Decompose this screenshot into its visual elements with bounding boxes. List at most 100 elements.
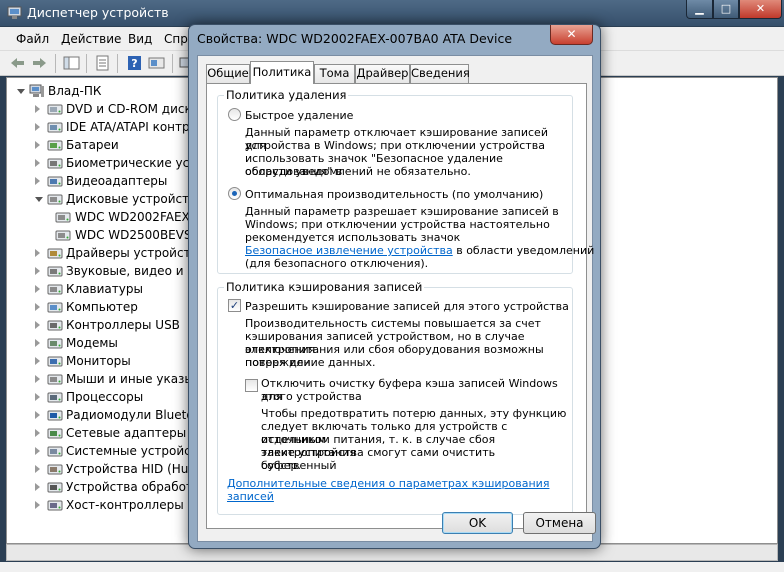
dialog-body: Общие Политика Тома Драйвер Сведения Пол… (197, 55, 596, 542)
collapse-arrow-icon[interactable] (35, 197, 43, 202)
expand-arrow-icon[interactable] (35, 123, 40, 131)
computer-icon (47, 302, 63, 313)
tree-item-label: Батареи (66, 138, 119, 152)
expand-arrow-icon[interactable] (35, 393, 40, 401)
expand-arrow-icon[interactable] (35, 483, 40, 491)
hid-icon (47, 464, 63, 475)
tab-driver[interactable]: Драйвер (355, 64, 410, 83)
enable-write-cache-checkbox[interactable]: ✓ (228, 299, 241, 312)
tree-item-label: Модемы (66, 336, 118, 350)
speaker-icon (47, 266, 63, 277)
optimal-description-last: (для безопасного отключения). (245, 257, 429, 270)
link-suffix-text: в области уведомлений (452, 244, 595, 257)
collapse-arrow-icon[interactable] (17, 89, 25, 94)
back-icon[interactable] (9, 55, 26, 71)
menu-action[interactable]: Действие (61, 32, 121, 46)
processor-icon (47, 392, 63, 403)
disable-flush-description-1: Чтобы предотвратить потерю данных, эту ф… (261, 407, 567, 420)
disable-buffer-flush-checkbox[interactable] (245, 379, 258, 392)
tree-item-label: Контроллеры USB (66, 318, 180, 332)
optimal-performance-label[interactable]: Оптимальная производительность (по умолч… (245, 188, 543, 201)
expand-arrow-icon[interactable] (35, 285, 40, 293)
properties-dialog: Свойства: WDC WD2002FAEX-007BA0 ATA Devi… (188, 24, 601, 549)
expand-arrow-icon[interactable] (35, 159, 40, 167)
menu-view[interactable]: Вид (128, 32, 152, 46)
tree-item-label: WDC WD2500BEVS (75, 228, 192, 242)
quick-removal-description-4: области уведомлений не обязательно. (245, 165, 471, 178)
removal-policy-group: Политика удаления Быстрое удаление Данны… (217, 88, 594, 274)
svg-text:?: ? (131, 57, 137, 70)
expand-arrow-icon[interactable] (35, 465, 40, 473)
tree-item-label: Биометрические устр (66, 156, 204, 170)
disk-drive-icon (47, 194, 63, 205)
bluetooth-icon (47, 410, 63, 421)
enable-write-cache-label[interactable]: Разрешить кэширование записей для этого … (245, 300, 569, 313)
optimal-performance-radio[interactable] (228, 187, 241, 200)
tab-volumes[interactable]: Тома (314, 64, 355, 83)
ide-controller-icon (47, 122, 63, 133)
properties-icon[interactable] (94, 55, 111, 71)
maximize-button[interactable]: □ (713, 0, 739, 19)
cache-settings-info-link[interactable]: Дополнительные сведения о параметрах кэш… (227, 477, 572, 503)
tab-policy[interactable]: Политика (250, 61, 314, 84)
expand-arrow-icon[interactable] (35, 303, 40, 311)
disk-drive-icon (55, 212, 71, 223)
tab-details[interactable]: Сведения (410, 64, 470, 83)
forward-icon[interactable] (31, 55, 48, 71)
network-adapter-icon (47, 428, 63, 439)
enable-write-cache-description-1: Производительность системы повышается за… (245, 317, 541, 330)
dialog-close-button[interactable]: ✕ (550, 25, 593, 45)
tree-item-label: Радиомодули Bluetoo (66, 408, 202, 422)
device-manager-icon (7, 6, 22, 19)
help-icon[interactable]: ? (126, 55, 143, 71)
tab-general[interactable]: Общие (206, 64, 250, 83)
tree-item-label: IDE ATA/ATAPI контр (66, 120, 190, 134)
keyboard-icon (47, 284, 63, 295)
expand-arrow-icon[interactable] (35, 375, 40, 383)
safely-remove-link[interactable]: Безопасное извлечение устройства (245, 244, 453, 257)
tree-item-label: Дисковые устройства (66, 192, 204, 206)
status-bar (0, 562, 784, 572)
quick-removal-label[interactable]: Быстрое удаление (245, 109, 353, 122)
ok-button[interactable]: OK (442, 512, 513, 534)
toolbar-separator (117, 54, 118, 73)
window-title: Диспетчер устройств (27, 5, 169, 20)
expand-arrow-icon[interactable] (35, 411, 40, 419)
disable-flush-description-5: буфер. (261, 459, 301, 472)
menu-file[interactable]: Файл (16, 32, 49, 46)
update-driver-icon[interactable] (148, 55, 165, 71)
expand-arrow-icon[interactable] (35, 447, 40, 455)
quick-removal-radio[interactable] (228, 108, 241, 121)
cancel-button[interactable]: Отмена (523, 512, 596, 534)
expand-arrow-icon[interactable] (35, 249, 40, 257)
toolbar-separator (86, 54, 87, 73)
show-hide-console-tree-icon[interactable] (63, 55, 80, 71)
expand-arrow-icon[interactable] (35, 321, 40, 329)
optimal-description-3: рекомендуется использовать значок (245, 231, 461, 244)
expand-arrow-icon[interactable] (35, 429, 40, 437)
modem-icon (47, 338, 63, 349)
expand-arrow-icon[interactable] (35, 105, 40, 113)
dialog-title: Свойства: WDC WD2002FAEX-007BA0 ATA Devi… (197, 31, 513, 46)
toolbar-separator (172, 54, 173, 73)
mouse-icon (47, 374, 63, 385)
expand-arrow-icon[interactable] (35, 501, 40, 509)
tree-item-label: Устройства обработк (66, 480, 201, 494)
expand-arrow-icon[interactable] (35, 339, 40, 347)
expand-arrow-icon[interactable] (35, 267, 40, 275)
expand-arrow-icon[interactable] (35, 357, 40, 365)
expand-arrow-icon[interactable] (35, 177, 40, 185)
disable-buffer-flush-label-2[interactable]: этого устройства (261, 390, 362, 403)
disk-drive-icon (55, 230, 71, 241)
disable-flush-description-4: такие устройства смогут сами очистить со… (261, 446, 496, 472)
enable-write-cache-description-4: повреждение данных. (245, 356, 376, 369)
close-button[interactable]: ✕ (739, 0, 782, 19)
display-adapter-icon (47, 176, 63, 187)
expand-arrow-icon[interactable] (35, 141, 40, 149)
tree-item-label: Драйверы устройств (66, 246, 198, 260)
dvd-drive-icon (47, 104, 63, 115)
minimize-button[interactable]: ▁ (686, 0, 713, 19)
system-device-icon (47, 446, 63, 457)
imaging-device-icon (47, 482, 63, 493)
computer-icon (29, 84, 44, 97)
